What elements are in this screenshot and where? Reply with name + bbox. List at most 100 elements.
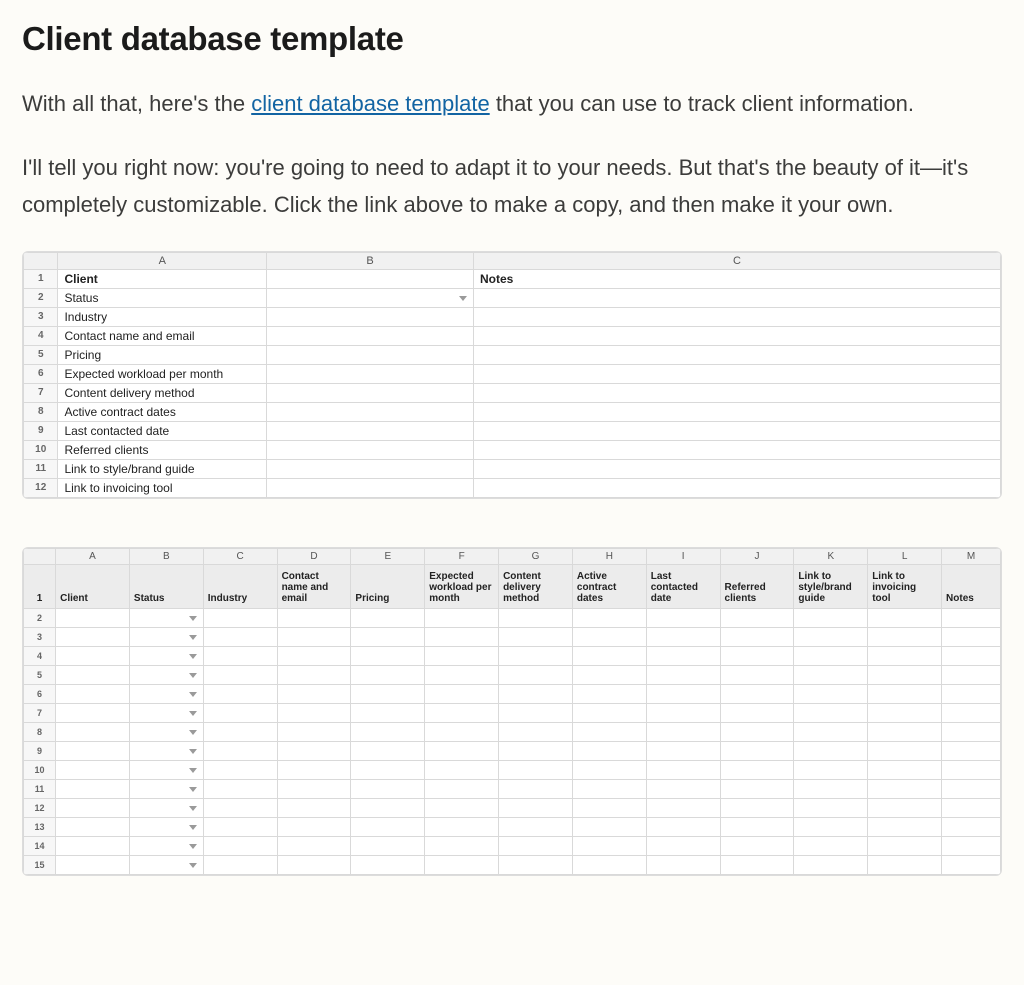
cell[interactable] (351, 855, 425, 874)
cell[interactable] (203, 798, 277, 817)
cell[interactable] (277, 855, 351, 874)
header-cell[interactable]: Notes (942, 564, 1001, 608)
cell[interactable] (425, 608, 499, 627)
cell[interactable] (794, 608, 868, 627)
cell[interactable] (267, 307, 474, 326)
cell[interactable] (267, 459, 474, 478)
cell[interactable] (277, 665, 351, 684)
cell[interactable] (794, 665, 868, 684)
cell[interactable] (425, 741, 499, 760)
cell[interactable] (277, 627, 351, 646)
header-cell[interactable]: Contact name and email (277, 564, 351, 608)
cell[interactable] (868, 703, 942, 722)
cell[interactable] (203, 608, 277, 627)
cell[interactable] (646, 684, 720, 703)
cell[interactable] (267, 269, 474, 288)
row-number[interactable]: 15 (24, 855, 56, 874)
cell[interactable] (473, 364, 1000, 383)
row-number[interactable]: 2 (24, 288, 58, 307)
column-header[interactable]: J (720, 548, 794, 564)
cell[interactable] (868, 741, 942, 760)
cell[interactable] (203, 855, 277, 874)
dropdown-cell[interactable] (129, 608, 203, 627)
cell[interactable]: Active contract dates (58, 402, 267, 421)
cell[interactable] (425, 855, 499, 874)
cell[interactable] (868, 760, 942, 779)
cell[interactable] (646, 779, 720, 798)
cell[interactable] (56, 855, 130, 874)
cell[interactable] (267, 440, 474, 459)
cell[interactable] (267, 364, 474, 383)
cell[interactable] (646, 798, 720, 817)
cell[interactable] (572, 665, 646, 684)
cell[interactable] (203, 817, 277, 836)
cell[interactable] (425, 722, 499, 741)
cell[interactable] (572, 741, 646, 760)
row-number[interactable]: 11 (24, 779, 56, 798)
cell[interactable] (868, 646, 942, 665)
cell[interactable] (277, 760, 351, 779)
cell[interactable] (868, 608, 942, 627)
cell[interactable] (203, 779, 277, 798)
cell[interactable] (572, 627, 646, 646)
row-number[interactable]: 9 (24, 741, 56, 760)
cell[interactable] (351, 798, 425, 817)
column-header[interactable]: I (646, 548, 720, 564)
cell[interactable] (572, 836, 646, 855)
dropdown-cell[interactable] (129, 836, 203, 855)
row-number[interactable]: 2 (24, 608, 56, 627)
column-header[interactable]: B (267, 252, 474, 269)
cell[interactable] (720, 836, 794, 855)
dropdown-cell[interactable] (129, 760, 203, 779)
header-cell[interactable]: Link to style/brand guide (794, 564, 868, 608)
cell[interactable] (720, 646, 794, 665)
cell[interactable] (868, 798, 942, 817)
cell[interactable] (267, 383, 474, 402)
cell[interactable] (499, 836, 573, 855)
cell[interactable] (473, 402, 1000, 421)
dropdown-cell[interactable] (129, 665, 203, 684)
cell[interactable] (425, 817, 499, 836)
row-number[interactable]: 3 (24, 627, 56, 646)
cell[interactable] (56, 779, 130, 798)
cell[interactable] (868, 627, 942, 646)
dropdown-cell[interactable] (129, 646, 203, 665)
cell[interactable] (720, 817, 794, 836)
row-number[interactable]: 12 (24, 798, 56, 817)
dropdown-cell[interactable] (129, 627, 203, 646)
cell[interactable] (720, 665, 794, 684)
header-cell[interactable]: Active contract dates (572, 564, 646, 608)
cell[interactable] (203, 741, 277, 760)
row-number[interactable]: 13 (24, 817, 56, 836)
cell[interactable] (868, 817, 942, 836)
cell[interactable]: Pricing (58, 345, 267, 364)
cell[interactable] (499, 798, 573, 817)
row-number[interactable]: 10 (24, 440, 58, 459)
cell[interactable] (473, 288, 1000, 307)
cell[interactable] (351, 817, 425, 836)
cell[interactable] (203, 836, 277, 855)
cell[interactable] (425, 760, 499, 779)
cell[interactable] (942, 665, 1001, 684)
cell[interactable] (56, 627, 130, 646)
cell[interactable] (56, 798, 130, 817)
cell[interactable] (203, 722, 277, 741)
column-header[interactable]: M (942, 548, 1001, 564)
cell[interactable] (646, 703, 720, 722)
cell[interactable] (277, 798, 351, 817)
cell[interactable] (56, 836, 130, 855)
cell[interactable] (351, 608, 425, 627)
row-number[interactable]: 9 (24, 421, 58, 440)
cell[interactable] (794, 741, 868, 760)
cell[interactable] (794, 627, 868, 646)
cell[interactable] (473, 478, 1000, 497)
cell[interactable] (720, 722, 794, 741)
cell[interactable] (794, 722, 868, 741)
row-number[interactable]: 7 (24, 703, 56, 722)
column-header[interactable]: D (277, 548, 351, 564)
cell[interactable] (868, 855, 942, 874)
template-link[interactable]: client database template (251, 91, 490, 116)
cell[interactable] (720, 627, 794, 646)
cell[interactable] (351, 779, 425, 798)
row-number[interactable]: 10 (24, 760, 56, 779)
